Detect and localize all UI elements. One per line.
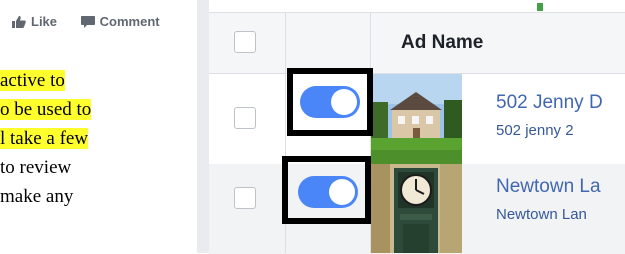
table-row: 502 Jenny D 502 jenny 2 (209, 74, 625, 165)
ad-thumbnail-clock-tower (370, 164, 462, 253)
row-checkbox[interactable] (234, 107, 256, 129)
ad-status-toggle[interactable] (298, 176, 358, 208)
highlighted-text: l take a few (0, 128, 89, 149)
article-line: make any (0, 182, 91, 211)
toolbar-strip (209, 0, 625, 13)
row-checkbox[interactable] (234, 187, 256, 209)
post-panel: Like Comment active to o be used to l ta… (0, 0, 200, 253)
house-image-icon (370, 74, 462, 164)
post-actions: Like Comment (12, 14, 160, 31)
table-row: Newtown La Newtown Lan (209, 164, 625, 254)
highlighted-text: o be used to (0, 99, 92, 120)
clock-tower-image-icon (370, 164, 462, 253)
like-button[interactable]: Like (12, 14, 57, 29)
article-line-text: make any (0, 186, 74, 207)
comment-button[interactable]: Comment (80, 14, 160, 29)
article-text: active to o be used to l take a few to r… (0, 66, 92, 211)
ad-subtitle[interactable]: 502 jenny 2 (496, 122, 574, 139)
article-line-text: to review (0, 157, 72, 178)
select-all-checkbox[interactable] (234, 31, 256, 53)
toggle-knob (331, 89, 357, 115)
ad-status-toggle[interactable] (300, 86, 360, 118)
article-line: active to (0, 66, 91, 95)
ad-name-link[interactable]: 502 Jenny D (496, 92, 603, 114)
panel-divider (197, 0, 209, 253)
thumbs-up-icon (12, 15, 26, 28)
status-indicator-icon (537, 3, 543, 11)
comment-icon (80, 15, 95, 28)
comment-label: Comment (99, 14, 160, 29)
column-header-ad-name[interactable]: Ad Name (401, 32, 483, 54)
highlighted-text: active to (0, 70, 65, 91)
ads-table: Ad Name 502 Jenny D 502 jenny 2 Newtown … (209, 0, 625, 254)
ad-subtitle[interactable]: Newtown Lan (496, 206, 587, 223)
ad-thumbnail-house (370, 74, 462, 164)
like-label: Like (31, 14, 58, 29)
article-line: l take a few (0, 124, 91, 153)
article-line: to review (0, 153, 91, 182)
ad-name-link[interactable]: Newtown La (496, 176, 601, 198)
toggle-knob (329, 179, 355, 205)
article-line: o be used to (0, 95, 92, 124)
